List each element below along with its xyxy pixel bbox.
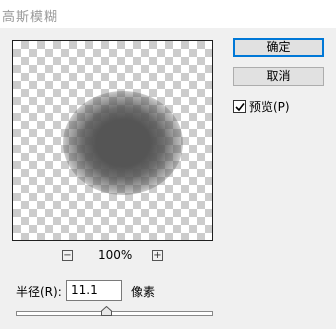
blurred-shape-preview: [63, 91, 183, 195]
ok-button[interactable]: 确定: [233, 38, 324, 57]
radius-input[interactable]: 11.1: [66, 280, 122, 301]
window-title: 高斯模糊: [2, 10, 59, 25]
radius-slider-track[interactable]: [16, 311, 213, 316]
preview-checkbox-row[interactable]: 预览(P): [233, 98, 290, 114]
radius-slider-thumb[interactable]: [101, 306, 113, 316]
checkmark-icon: [235, 102, 245, 111]
preview-checkbox-label: 预览(P): [249, 99, 290, 114]
zoom-in-button[interactable]: +: [152, 250, 163, 261]
zoom-out-button[interactable]: −: [62, 250, 73, 261]
cancel-button[interactable]: 取消: [233, 67, 324, 86]
title-bar: 高斯模糊: [0, 0, 336, 28]
preview-checkbox[interactable]: [233, 99, 246, 113]
radius-label: 半径(R):: [16, 285, 62, 299]
blur-preview-canvas[interactable]: [12, 40, 213, 241]
radius-unit-label: 像素: [131, 285, 156, 299]
zoom-level: 100%: [98, 248, 133, 262]
